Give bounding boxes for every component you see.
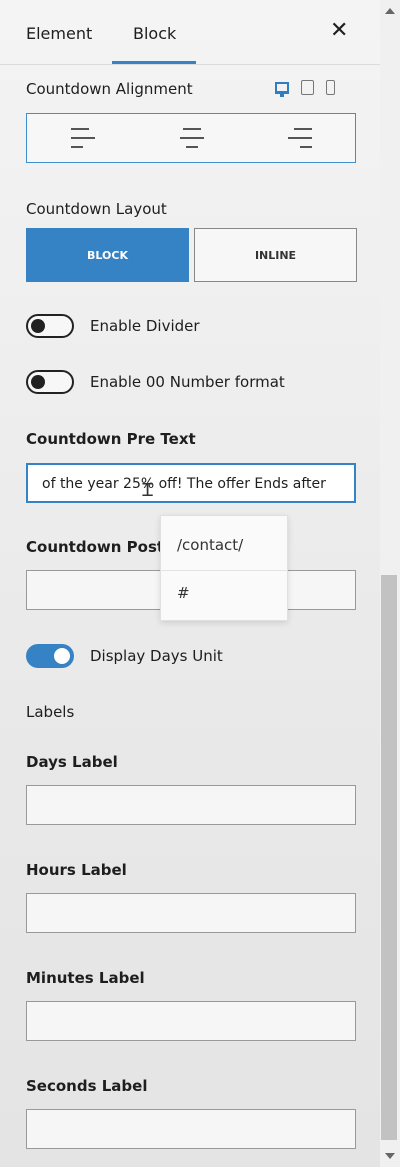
block-settings-panel: Element Block ✕ Countdown Alignment Coun… bbox=[0, 0, 380, 1167]
pre-text-input[interactable]: of the year 25% off! The offer Ends afte… bbox=[26, 463, 356, 503]
number-format-label: Enable 00 Number format bbox=[90, 373, 285, 391]
active-tab-indicator bbox=[112, 61, 196, 64]
scroll-up-arrow-icon[interactable] bbox=[385, 8, 395, 14]
scrollbar-thumb[interactable] bbox=[381, 575, 397, 1140]
display-days-unit-toggle[interactable] bbox=[26, 644, 74, 668]
desktop-icon[interactable] bbox=[275, 81, 289, 97]
days-label-input[interactable] bbox=[26, 785, 356, 825]
enable-divider-label: Enable Divider bbox=[90, 317, 200, 335]
align-center-icon[interactable] bbox=[180, 126, 204, 150]
close-icon[interactable]: ✕ bbox=[330, 20, 348, 42]
hours-label-input[interactable] bbox=[26, 893, 356, 933]
countdown-alignment-label: Countdown Alignment bbox=[26, 80, 193, 98]
days-label-heading: Days Label bbox=[26, 753, 118, 771]
suggestion-hash[interactable]: # bbox=[177, 584, 190, 602]
link-suggestion-dropdown: /contact/ # bbox=[160, 515, 288, 621]
seconds-label-heading: Seconds Label bbox=[26, 1077, 148, 1095]
tab-block[interactable]: Block bbox=[133, 24, 176, 43]
layout-block-button[interactable]: BLOCK bbox=[26, 228, 189, 282]
mobile-icon[interactable] bbox=[326, 80, 335, 95]
minutes-label-input[interactable] bbox=[26, 1001, 356, 1041]
pre-text-label: Countdown Pre Text bbox=[26, 430, 196, 448]
hours-label-heading: Hours Label bbox=[26, 861, 127, 879]
number-format-toggle[interactable] bbox=[26, 370, 74, 394]
display-days-unit-label: Display Days Unit bbox=[90, 647, 223, 665]
layout-inline-button[interactable]: INLINE bbox=[194, 228, 357, 282]
tablet-icon[interactable] bbox=[301, 80, 314, 95]
suggestion-contact[interactable]: /contact/ bbox=[177, 536, 243, 554]
align-right-icon[interactable] bbox=[288, 126, 312, 150]
countdown-layout-label: Countdown Layout bbox=[26, 200, 167, 218]
labels-section-heading: Labels bbox=[26, 703, 75, 721]
panel-header: Element Block ✕ bbox=[0, 0, 380, 65]
alignment-button-group bbox=[26, 113, 356, 163]
dropdown-divider bbox=[161, 570, 287, 571]
tab-element[interactable]: Element bbox=[26, 24, 92, 43]
minutes-label-heading: Minutes Label bbox=[26, 969, 145, 987]
scroll-down-arrow-icon[interactable] bbox=[385, 1153, 395, 1159]
text-cursor-icon: Ꮖ bbox=[142, 480, 154, 501]
pre-text-value: of the year 25% off! The offer Ends afte… bbox=[42, 476, 326, 492]
responsive-device-switcher bbox=[275, 80, 335, 97]
enable-divider-toggle[interactable] bbox=[26, 314, 74, 338]
align-left-icon[interactable] bbox=[71, 126, 95, 150]
seconds-label-input[interactable] bbox=[26, 1109, 356, 1149]
